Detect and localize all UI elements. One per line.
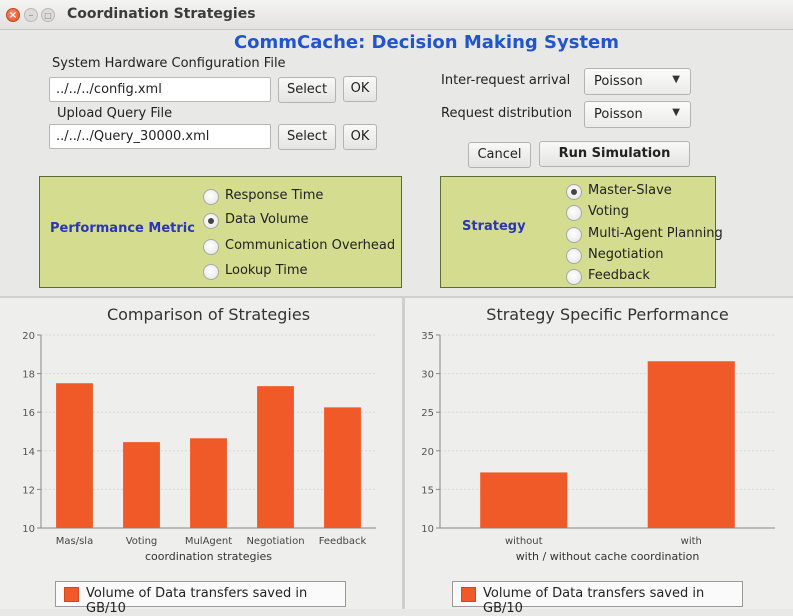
dropdown-arrow-icon: ▼ <box>672 107 680 118</box>
y-tick-label: 14 <box>22 447 35 458</box>
run-simulation-button[interactable]: Run Simulation <box>539 141 690 167</box>
chart-title: Strategy Specific Performance <box>486 305 728 324</box>
x-tick-label: Negotiation <box>246 536 304 547</box>
bar <box>480 472 568 528</box>
y-tick-label: 10 <box>22 524 35 535</box>
strategy-option-label: Master-Slave <box>588 183 672 198</box>
metric-option-label: Response Time <box>225 188 324 203</box>
query-file-label: Upload Query File <box>57 106 173 121</box>
dropdown-arrow-icon: ▼ <box>672 74 680 85</box>
chart-legend: Volume of Data transfers saved in GB/10 <box>55 581 346 616</box>
cancel-button[interactable]: Cancel <box>468 142 531 168</box>
strategy-title: Strategy <box>462 219 526 234</box>
request-distribution-value: Poisson <box>594 107 643 122</box>
close-window-button[interactable]: × <box>6 8 20 22</box>
hardware-ok-button[interactable]: OK <box>343 76 377 102</box>
bar <box>647 361 735 528</box>
y-tick-label: 16 <box>22 408 35 419</box>
comparison-chart-panel: Comparison of Strategies 10 12 14 16 18 20 Mas/… <box>0 298 402 616</box>
strategy-performance-chart: Strategy Specific Performance 10 15 20 25 30 3… <box>421 305 775 563</box>
query-select-button[interactable]: Select <box>278 124 336 150</box>
radio-button-icon <box>566 184 582 200</box>
x-axis-label: with / without cache coordination <box>516 550 700 563</box>
radio-button-icon <box>203 239 219 255</box>
chart-legend: Volume of Data transfers saved in GB/10 <box>452 581 743 616</box>
legend-swatch <box>461 587 476 602</box>
y-tick-label: 30 <box>421 370 434 381</box>
inter-request-label: Inter-request arrival <box>441 73 571 88</box>
comparison-chart: Comparison of Strategies 10 12 14 16 18 20 Mas/… <box>22 305 376 563</box>
radio-button-icon <box>566 227 582 243</box>
strategy-performance-panel: Strategy Specific Performance 10 15 20 25 30 3… <box>405 298 793 616</box>
bar <box>257 386 294 528</box>
radio-button-icon <box>203 213 219 229</box>
radio-button-icon <box>566 269 582 285</box>
metric-option-label: Data Volume <box>225 212 309 227</box>
bar <box>56 383 93 528</box>
x-tick-label: Voting <box>126 536 158 547</box>
maximize-window-button[interactable]: □ <box>41 8 55 22</box>
minimize-window-button[interactable]: – <box>24 8 38 22</box>
strategy-option-label: Feedback <box>588 268 650 283</box>
window-title: Coordination Strategies <box>67 6 256 22</box>
y-tick-label: 12 <box>22 485 35 496</box>
window-titlebar: × – □ Coordination Strategies <box>0 0 793 30</box>
performance-metric-title: Performance Metric <box>50 221 195 236</box>
strategy-option-label: Voting <box>588 204 630 219</box>
radio-button-icon <box>566 248 582 264</box>
legend-label: Volume of Data transfers saved in GB/10 <box>86 586 308 616</box>
metric-option-label: Communication Overhead <box>225 238 396 253</box>
request-distribution-select[interactable]: Poisson ▼ <box>584 101 691 128</box>
metric-option-label: Lookup Time <box>225 263 308 278</box>
hardware-select-button[interactable]: Select <box>278 77 336 103</box>
y-tick-label: 35 <box>421 331 434 342</box>
legend-label: Volume of Data transfers saved in GB/10 <box>483 586 705 616</box>
radio-button-icon <box>203 189 219 205</box>
y-tick-label: 18 <box>22 370 35 381</box>
strategy-option-label: Multi-Agent Planning <box>588 226 723 241</box>
y-tick-label: 20 <box>421 447 434 458</box>
close-icon: × <box>8 10 18 21</box>
strategy-option-label: Negotiation <box>588 247 664 262</box>
x-axis-label: coordination strategies <box>145 550 272 563</box>
strategy-box: Strategy Master-Slave Voting Multi-Agent… <box>440 176 723 288</box>
performance-metric-box: Performance Metric Response Time Data Vo… <box>39 176 402 288</box>
inter-request-value: Poisson <box>594 74 643 89</box>
hardware-config-label: System Hardware Configuration File <box>52 56 286 71</box>
x-tick-label: with <box>681 536 702 547</box>
x-tick-label: Feedback <box>319 536 367 547</box>
y-tick-label: 10 <box>421 524 434 535</box>
y-tick-label: 20 <box>22 331 35 342</box>
bar <box>123 442 160 528</box>
x-tick-label: Mas/sla <box>56 536 93 547</box>
radio-button-icon <box>203 264 219 280</box>
inter-request-select[interactable]: Poisson ▼ <box>584 68 691 95</box>
query-ok-button[interactable]: OK <box>343 124 377 150</box>
radio-button-icon <box>566 205 582 221</box>
query-file-field[interactable]: ../../../Query_30000.xml <box>49 124 271 149</box>
legend-swatch <box>64 587 79 602</box>
y-tick-label: 25 <box>421 408 434 419</box>
hardware-config-field[interactable]: ../../../config.xml <box>49 77 271 102</box>
chart-title: Comparison of Strategies <box>107 305 310 324</box>
maximize-icon: □ <box>44 11 52 20</box>
bar <box>324 407 361 528</box>
minimize-icon: – <box>28 10 34 21</box>
x-tick-label: MulAgent <box>185 536 232 547</box>
y-tick-label: 15 <box>421 485 434 496</box>
x-tick-label: without <box>505 536 543 547</box>
bar <box>190 438 227 528</box>
app-title: CommCache: Decision Making System <box>233 32 620 53</box>
request-distribution-label: Request distribution <box>441 106 573 121</box>
